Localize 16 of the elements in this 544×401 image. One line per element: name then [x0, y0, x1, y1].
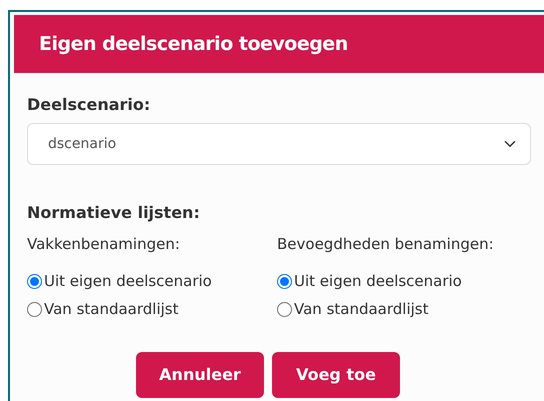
scenario-select[interactable]: dscenario	[27, 123, 531, 165]
add-button[interactable]: Voeg toe	[272, 352, 400, 398]
radio-label: Van standaardlijst	[44, 299, 178, 320]
section-title: Normatieve lijsten:	[27, 202, 201, 224]
group-label: Vakkenbenamingen:	[27, 234, 181, 255]
radio-button[interactable]	[27, 302, 42, 317]
cancel-button[interactable]: Annuleer	[136, 352, 264, 398]
field-label: Deelscenario:	[27, 94, 152, 116]
group-label: Bevoegdheden benamingen:	[277, 234, 495, 255]
radio-button[interactable]	[277, 274, 292, 289]
radio-button[interactable]	[27, 274, 42, 289]
radio-label: Van standaardlijst	[294, 299, 428, 320]
radio-button[interactable]	[277, 302, 292, 317]
radio-label: Uit eigen deelscenario	[294, 271, 462, 292]
radio-label: Uit eigen deelscenario	[44, 271, 212, 292]
dialog-title: Eigen deelscenario toevoegen	[39, 32, 348, 57]
